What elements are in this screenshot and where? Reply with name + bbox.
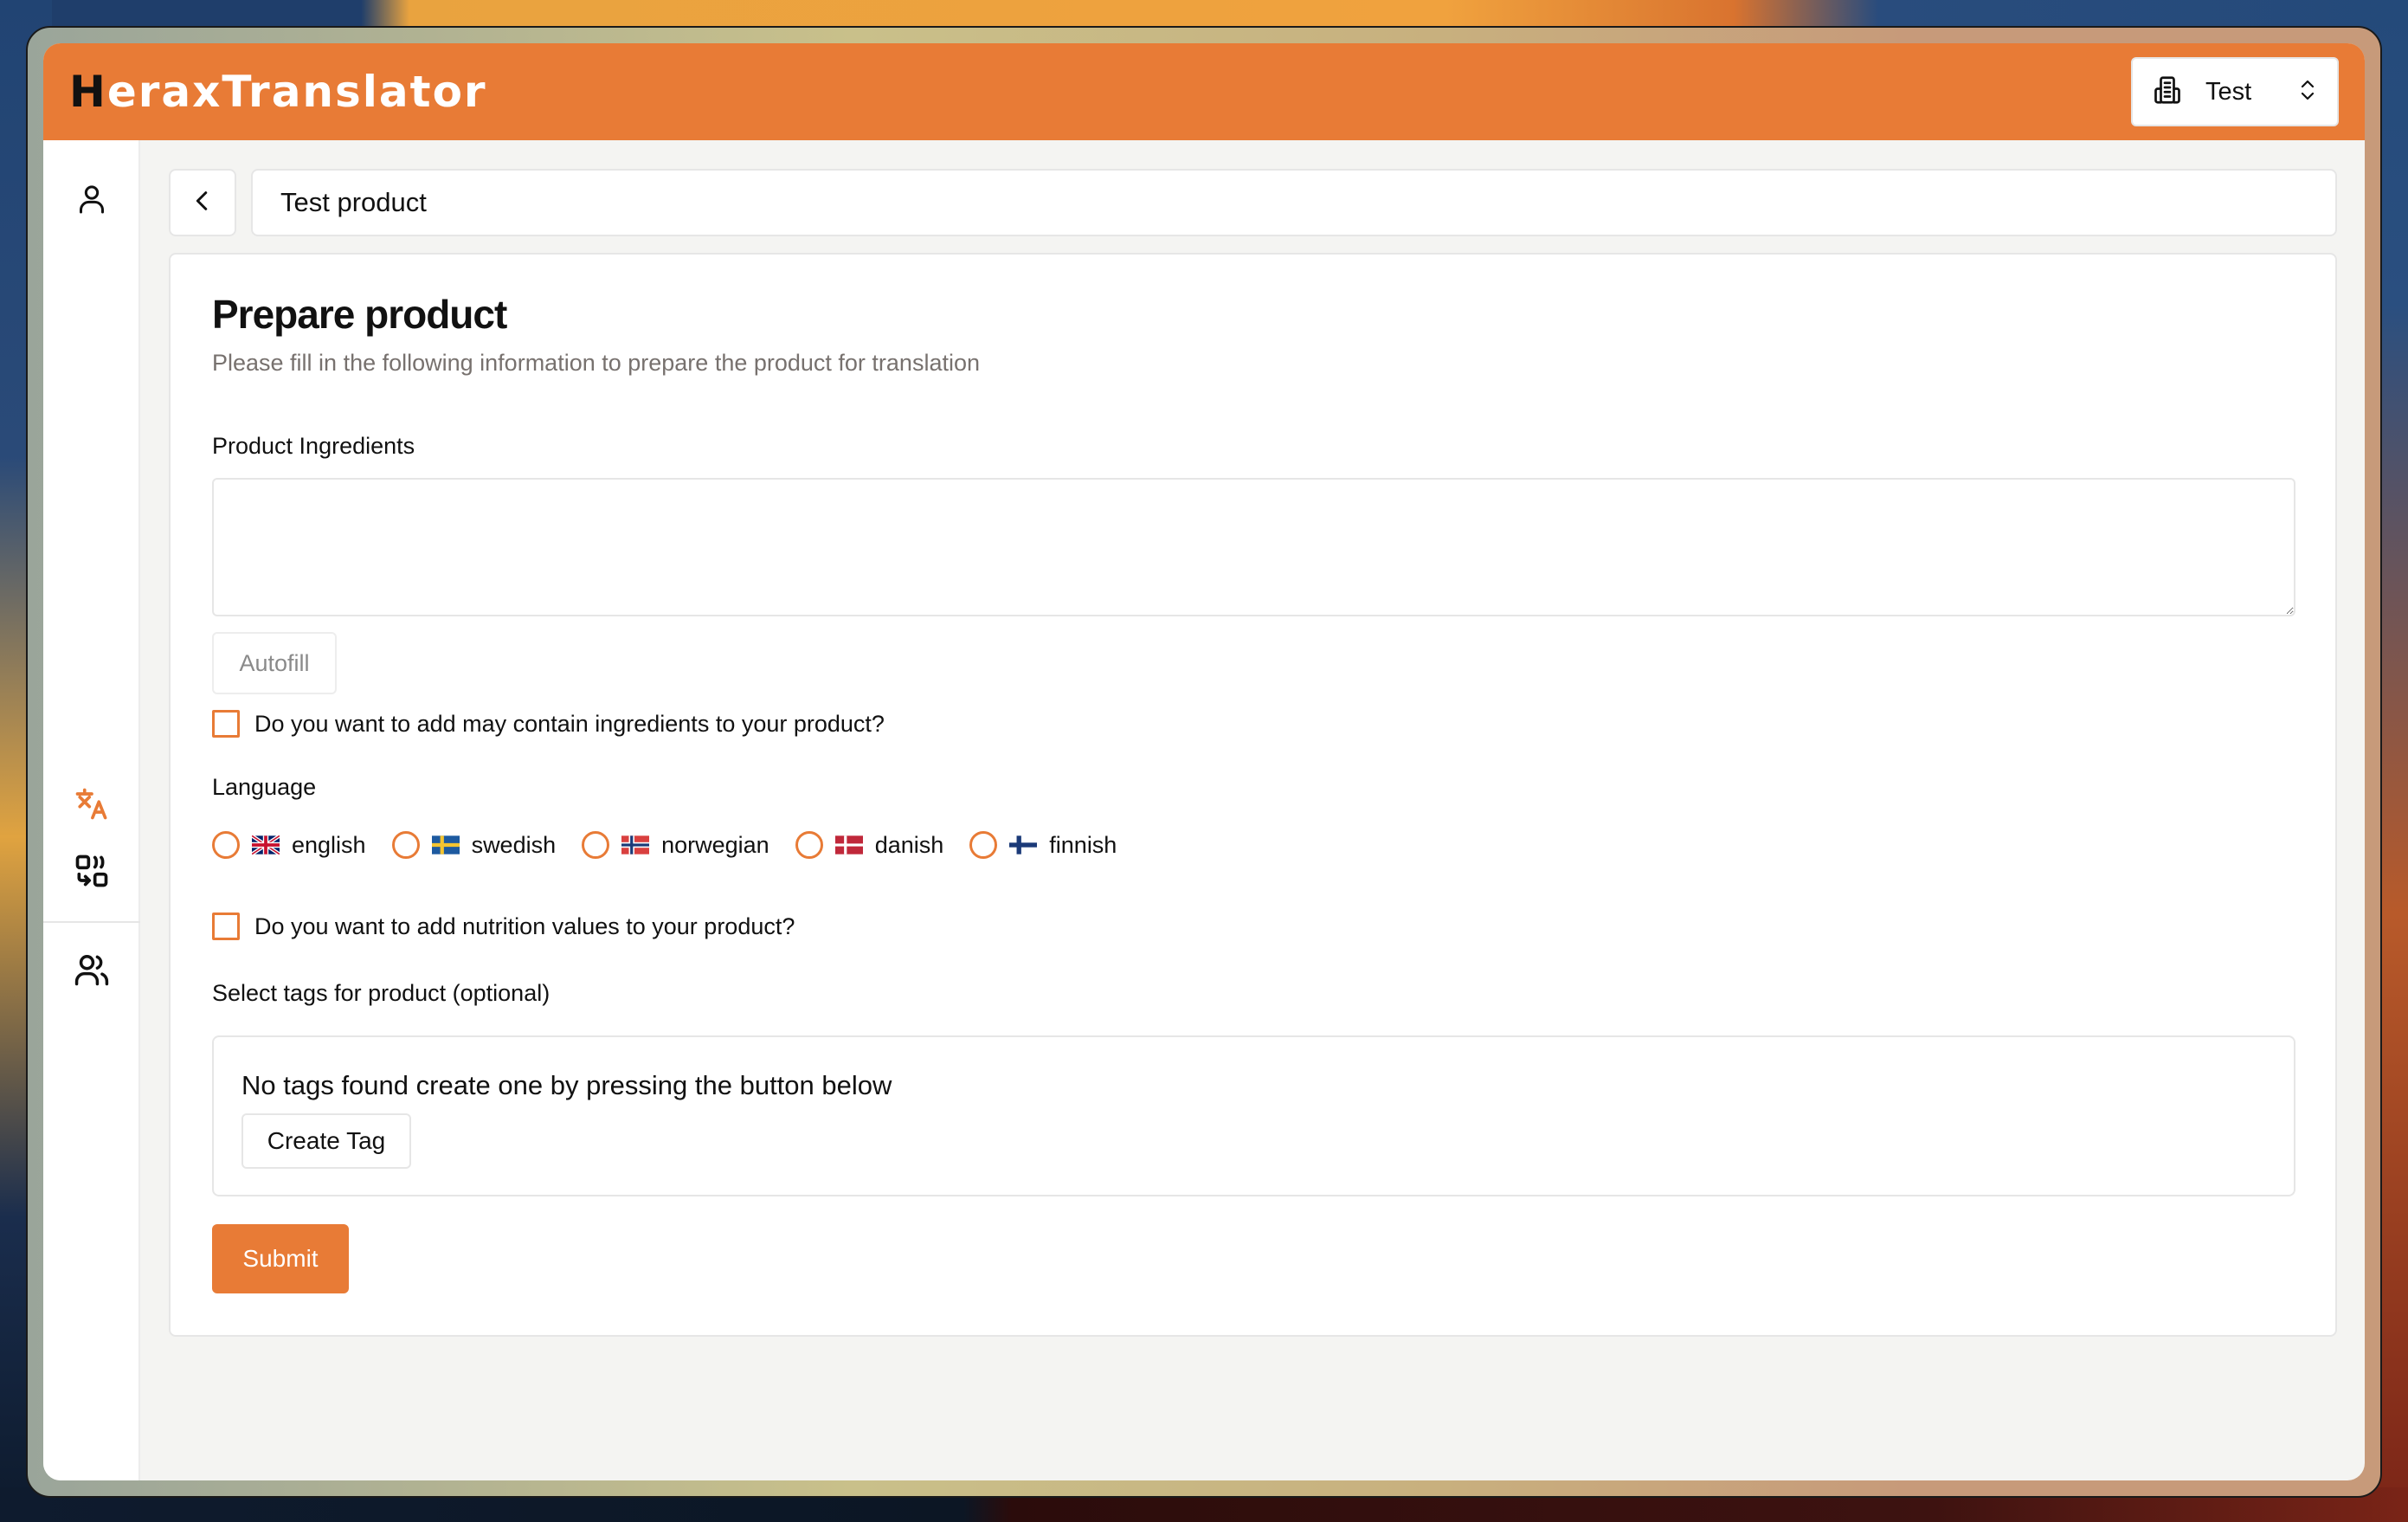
uk-flag-icon [252, 835, 280, 855]
may-contain-label: Do you want to add may contain ingredien… [254, 710, 885, 737]
sidebar-item-users[interactable] [68, 947, 116, 996]
language-label: Language [212, 774, 317, 800]
nutrition-checkbox[interactable] [212, 913, 240, 940]
autofill-button[interactable]: Autofill [212, 632, 337, 694]
app-logo[interactable]: HeraxTranslator [69, 62, 487, 121]
radio-swedish[interactable] [391, 831, 420, 859]
language-option-danish[interactable]: danish [795, 831, 944, 859]
building-icon [2152, 74, 2183, 110]
may-contain-checkbox[interactable] [212, 710, 240, 738]
radio-english[interactable] [212, 831, 240, 859]
organization-switcher[interactable]: Test [2131, 57, 2339, 126]
nutrition-checkbox-row[interactable]: Do you want to add nutrition values to y… [212, 913, 795, 940]
nutrition-label: Do you want to add nutrition values to y… [254, 913, 795, 939]
product-title-bar: Test product [251, 169, 2337, 236]
page-title: Prepare product [212, 292, 507, 337]
app-window: HeraxTranslator Test Test product Prepar… [43, 43, 2365, 1480]
page-subtitle: Please fill in the following information… [212, 350, 980, 376]
create-tag-button[interactable]: Create Tag [241, 1113, 411, 1169]
language-label-finnish: finnish [1049, 831, 1117, 858]
submit-button[interactable]: Submit [212, 1224, 349, 1293]
sidebar [43, 140, 140, 1480]
language-option-norwegian[interactable]: norwegian [582, 831, 769, 859]
chevron-up-down-icon [2297, 77, 2318, 107]
language-option-swedish[interactable]: swedish [391, 831, 557, 859]
language-option-english[interactable]: english [212, 831, 366, 859]
language-option-finnish[interactable]: finnish [969, 831, 1117, 859]
users-icon [73, 951, 111, 993]
product-name: Test product [280, 187, 427, 217]
sidebar-item-translate[interactable] [68, 781, 116, 829]
convert-icon [73, 852, 111, 894]
app-header: HeraxTranslator Test [43, 43, 2365, 140]
norway-flag-icon [621, 835, 650, 855]
logo-mark: H [69, 67, 107, 117]
logo-text: eraxTranslator [106, 67, 487, 117]
radio-danish[interactable] [795, 831, 823, 859]
user-icon [74, 182, 109, 221]
may-contain-checkbox-row[interactable]: Do you want to add may contain ingredien… [212, 710, 885, 738]
tags-container: No tags found create one by pressing the… [212, 1035, 2295, 1196]
language-label-swedish: swedish [471, 831, 557, 858]
back-button[interactable] [169, 169, 236, 236]
sidebar-item-profile[interactable] [68, 177, 116, 225]
sidebar-item-convert[interactable] [68, 848, 116, 897]
tags-empty-message: No tags found create one by pressing the… [241, 1070, 892, 1100]
language-radio-group: english swedish norwegian danish finnish [212, 831, 1117, 859]
sweden-flag-icon [431, 835, 460, 855]
chevron-left-icon [190, 188, 216, 218]
translate-icon [73, 784, 111, 827]
sidebar-divider [43, 921, 140, 923]
language-label-norwegian: norwegian [661, 831, 769, 858]
radio-finnish[interactable] [969, 831, 998, 859]
organization-name: Test [2205, 77, 2252, 106]
ingredients-textarea[interactable] [212, 478, 2295, 616]
finland-flag-icon [1009, 835, 1038, 855]
language-label-english: english [292, 831, 366, 858]
prepare-product-card: Prepare product Please fill in the follo… [169, 253, 2337, 1337]
radio-norwegian[interactable] [582, 831, 610, 859]
language-label-danish: danish [874, 831, 944, 858]
ingredients-label: Product Ingredients [212, 433, 415, 459]
denmark-flag-icon [834, 835, 863, 855]
tags-label: Select tags for product (optional) [212, 980, 550, 1006]
